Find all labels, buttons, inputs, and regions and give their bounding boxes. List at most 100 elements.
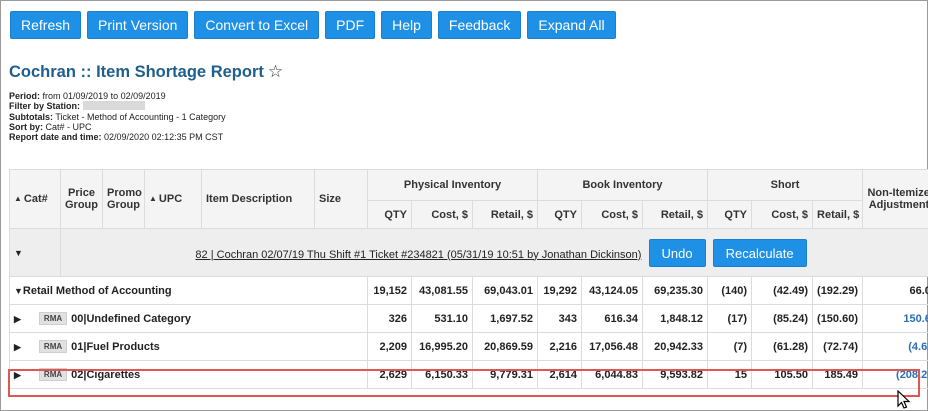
rma-badge: RMA [38,368,68,381]
header-short-qty[interactable]: QTY [707,200,753,229]
header-cat[interactable]: ▲ Cat# [9,169,61,229]
favorite-star-icon[interactable]: ☆ [268,62,283,81]
header-upc[interactable]: ▲ UPC [144,169,202,229]
header-promo-group[interactable]: Promo Group [102,169,145,229]
rma-badge: RMA [38,340,68,353]
header-book-retail[interactable]: Retail, $ [641,200,709,229]
expand-triangle-icon[interactable]: ▶ [14,370,21,380]
table-cell: (192.29) [812,276,864,305]
table-cell: (85.24) [751,304,814,333]
table-cell: 19,292 [537,276,582,305]
table-cell: 6,044.83 [581,360,643,389]
print-version-button[interactable]: Print Version [87,11,189,39]
table-row: ▶ RMA 01|Fuel Products 2,209 16,995.20 20,… [9,332,928,361]
table-cell: 326 [367,304,412,333]
table-cell: (140) [707,276,753,305]
row-label-cell[interactable]: ▶ RMA 00|Undefined Category [9,304,368,333]
table-cell: 2,209 [367,332,412,361]
collapse-triangle-icon[interactable]: ▼ [14,286,23,296]
help-button[interactable]: Help [381,11,432,39]
table-cell: 6,150.33 [411,360,473,389]
table-cell: 17,056.48 [581,332,643,361]
header-short-cost[interactable]: Cost, $ [751,200,814,229]
pdf-button[interactable]: PDF [325,11,376,39]
toolbar: Refresh Print Version Convert to Excel P… [10,11,616,39]
table-cell: (7) [707,332,753,361]
header-book-qty[interactable]: QTY [537,200,582,229]
header-physical-qty[interactable]: QTY [367,200,412,229]
table-cell: 1,848.12 [641,304,709,333]
report-date-value: 02/09/2020 02:12:35 PM CST [104,132,224,143]
table-cell: (17) [707,304,753,333]
period-value: from 01/09/2019 to 02/09/2019 [42,91,166,101]
table-cell: 20,942.33 [641,332,709,361]
table-cell: 2,216 [537,332,582,361]
ticket-cell: 82 | Cochran 02/07/19 Thu Shift #1 Ticke… [59,228,928,277]
expand-all-button[interactable]: Expand All [527,11,616,39]
row-label-cell[interactable]: ▼Retail Method of Accounting [9,276,368,305]
table-row: ▶ RMA 02|Cigarettes 2,629 6,150.33 9,779.3… [9,360,928,389]
recalculate-button[interactable]: Recalculate [712,238,807,267]
header-short-retail[interactable]: Retail, $ [812,200,864,229]
header-price-group[interactable]: Price Group [60,169,103,229]
table-cell: 15 [707,360,753,389]
header-book-cost[interactable]: Cost, $ [581,200,643,229]
table-cell: 185.49 [812,360,864,389]
page-title: Cochran :: Item Shortage Report ☆ [9,62,283,82]
table-cell: 2,614 [537,360,582,389]
table-cell: 43,124.05 [581,276,643,305]
feedback-button[interactable]: Feedback [437,11,522,39]
row-label-cell[interactable]: ▶ RMA 02|Cigarettes [9,360,368,389]
adjustment-link[interactable]: (4.62) [862,332,928,361]
table-row: ▼Retail Method of Accounting 19,152 43,0… [9,276,928,305]
sort-up-icon: ▲ [149,194,157,203]
report-table: ▲ Cat# Price Group Promo Group ▲ UPC Item … [9,169,928,389]
convert-to-excel-button[interactable]: Convert to Excel [194,11,320,39]
table-row: ▶ RMA 00|Undefined Category 326 531.10 1,6… [9,304,928,333]
header-physical-retail[interactable]: Retail, $ [472,200,538,229]
report-date-label: Report date and time: [9,132,102,143]
table-cell: 16,995.20 [411,332,473,361]
table-cell: 66.01 [862,276,928,305]
filter-label: Filter by Station: [9,101,81,112]
table-cell: 9,779.31 [472,360,538,389]
table-cell: 69,043.01 [472,276,538,305]
ticket-link[interactable]: 82 | Cochran 02/07/19 Thu Shift #1 Ticke… [195,249,641,261]
table-cell: (61.28) [751,332,814,361]
row-label-cell[interactable]: ▶ RMA 01|Fuel Products [9,332,368,361]
undo-button[interactable]: Undo [648,238,706,267]
header-non-itemized-adjustments[interactable]: Non-Itemized Adjustments [862,169,928,229]
ticket-toggle-cell[interactable]: ▼ [9,228,61,277]
table-cell: 69,235.30 [641,276,709,305]
expand-triangle-icon[interactable]: ▶ [14,342,21,352]
ticket-row: ▼ 82 | Cochran 02/07/19 Thu Shift #1 Tic… [9,228,928,277]
table-cell: 20,869.59 [472,332,538,361]
table-cell: 105.50 [751,360,814,389]
sort-label: Sort by: [9,121,44,132]
expand-triangle-icon[interactable]: ▶ [14,314,21,324]
table-cell: 19,152 [367,276,412,305]
collapse-triangle-icon[interactable]: ▼ [14,248,23,258]
header-physical-cost[interactable]: Cost, $ [411,200,473,229]
adjustment-link[interactable]: 150.60 [862,304,928,333]
sort-up-icon: ▲ [14,194,22,203]
table-cell: 2,629 [367,360,412,389]
table-cell: (42.49) [751,276,814,305]
table-cell: 1,697.52 [472,304,538,333]
subtotals-label: Subtotals: [9,111,53,122]
rma-badge: RMA [38,312,68,325]
redacted-station [83,101,146,111]
header-short: Short [707,169,864,201]
mouse-pointer-icon [897,390,911,409]
header-item-description[interactable]: Item Description [201,169,315,229]
report-title: Cochran :: Item Shortage Report [9,63,264,81]
adjustment-link[interactable]: (208.26) [862,360,928,389]
table-cell: 531.10 [411,304,473,333]
refresh-button[interactable]: Refresh [10,11,82,39]
table-cell: (150.60) [812,304,864,333]
header-size[interactable]: Size [314,169,368,229]
report-meta: Period: from 01/09/2019 to 02/09/2019 Fi… [9,91,226,142]
table-cell: 343 [537,304,582,333]
period-label: Period: [9,91,41,101]
header-book-inventory: Book Inventory [536,169,709,201]
